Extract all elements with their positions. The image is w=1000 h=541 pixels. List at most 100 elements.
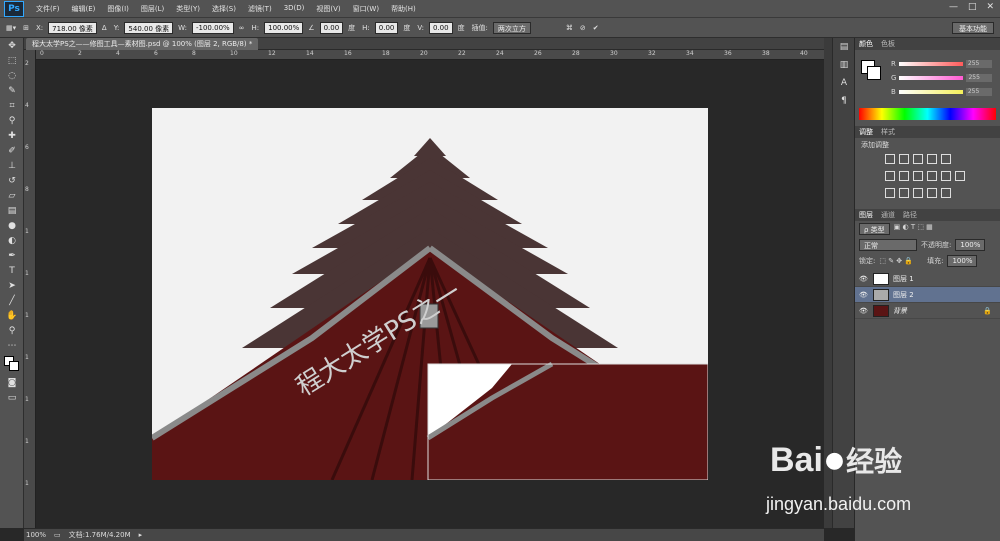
reference-point-icon[interactable]: ⊞ — [21, 24, 31, 32]
layer-row[interactable]: 👁 图层 2 — [855, 287, 1000, 303]
gradient-tool-icon[interactable]: ▤ — [0, 203, 24, 218]
quick-mask-icon[interactable]: ◙ — [0, 375, 24, 390]
tab-swatches[interactable]: 色板 — [881, 39, 895, 49]
curves-icon[interactable] — [913, 154, 923, 164]
vibrance-icon[interactable] — [941, 154, 951, 164]
dodge-tool-icon[interactable]: ◐ — [0, 233, 24, 248]
invert-icon[interactable] — [885, 188, 895, 198]
menu-item[interactable]: 窗口(W) — [347, 4, 385, 14]
tab-styles[interactable]: 样式 — [881, 127, 895, 137]
hue-saturation-icon[interactable] — [885, 171, 895, 181]
levels-icon[interactable] — [899, 154, 909, 164]
layer-row[interactable]: 👁 图层 1 — [855, 271, 1000, 287]
color-swatches-icon[interactable] — [0, 353, 24, 375]
tab-paths[interactable]: 路径 — [903, 210, 917, 220]
lasso-tool-icon[interactable]: ◌ — [0, 68, 24, 83]
menu-item[interactable]: 文件(F) — [30, 4, 66, 14]
color-slider[interactable] — [898, 90, 963, 94]
line-tool-icon[interactable]: ╱ — [0, 293, 24, 308]
visibility-eye-icon[interactable]: 👁 — [859, 307, 869, 315]
menu-item[interactable]: 类型(Y) — [170, 4, 206, 14]
visibility-eye-icon[interactable]: 👁 — [859, 275, 869, 283]
crop-tool-icon[interactable]: ⌗ — [0, 98, 24, 113]
menu-item[interactable]: 3D(D) — [278, 4, 311, 14]
tab-layers[interactable]: 图层 — [859, 210, 873, 220]
warp-icon[interactable]: ⌘ — [564, 24, 575, 32]
menu-item[interactable]: 选择(S) — [206, 4, 242, 14]
path-select-tool-icon[interactable]: ➤ — [0, 278, 24, 293]
brush-tool-icon[interactable]: ✐ — [0, 143, 24, 158]
exposure-icon[interactable] — [927, 154, 937, 164]
slider-value[interactable]: 255 — [966, 74, 993, 82]
menu-item[interactable]: 帮助(H) — [385, 4, 422, 14]
visibility-eye-icon[interactable]: 👁 — [859, 291, 869, 299]
healing-brush-tool-icon[interactable]: ✚ — [0, 128, 24, 143]
vskew-input[interactable]: 0.00 — [428, 21, 453, 34]
more-tools-icon[interactable]: ⋯ — [0, 338, 24, 353]
fill-input[interactable]: 100% — [947, 255, 978, 267]
w-input[interactable]: -100.00% — [192, 21, 234, 34]
character-panel-icon[interactable]: A — [833, 74, 855, 92]
slider-value[interactable]: 255 — [965, 60, 992, 68]
menu-item[interactable]: 编辑(E) — [66, 4, 102, 14]
color-slider[interactable] — [898, 62, 963, 66]
tab-color[interactable]: 颜色 — [859, 39, 873, 49]
properties-panel-icon[interactable]: ▥ — [833, 56, 855, 74]
color-balance-icon[interactable] — [899, 171, 909, 181]
minimize-button[interactable]: — — [949, 2, 958, 12]
history-brush-tool-icon[interactable]: ↺ — [0, 173, 24, 188]
type-tool-icon[interactable]: T — [0, 263, 24, 278]
background-color-swatch[interactable] — [867, 66, 881, 80]
maximize-button[interactable]: □ — [968, 2, 977, 12]
clone-stamp-tool-icon[interactable]: ⊥ — [0, 158, 24, 173]
tab-adjustments[interactable]: 调整 — [859, 127, 873, 137]
menu-item[interactable]: 视图(V) — [310, 4, 346, 14]
h-input[interactable]: 100.00% — [264, 21, 304, 34]
x-input[interactable]: 718.00 像素 — [48, 21, 97, 34]
close-button[interactable]: ✕ — [986, 2, 994, 12]
delta-icon[interactable]: Δ — [100, 24, 109, 32]
zoom-level[interactable]: 100% — [26, 531, 46, 539]
zoom-tool-icon[interactable]: ⚲ — [0, 323, 24, 338]
tab-channels[interactable]: 通道 — [881, 210, 895, 220]
blend-mode-select[interactable]: 正常 — [859, 239, 917, 251]
eraser-tool-icon[interactable]: ▱ — [0, 188, 24, 203]
menu-item[interactable]: 图像(I) — [101, 4, 135, 14]
threshold-icon[interactable] — [913, 188, 923, 198]
opacity-input[interactable]: 100% — [955, 239, 986, 251]
photo-filter-icon[interactable] — [927, 171, 937, 181]
slider-value[interactable]: 255 — [965, 88, 992, 96]
filter-icons[interactable]: ▣ ◐ T ⬚ ▦ — [894, 223, 933, 235]
cancel-transform-icon[interactable]: ⊘ — [578, 24, 588, 32]
brightness-icon[interactable] — [885, 154, 895, 164]
blur-tool-icon[interactable]: ● — [0, 218, 24, 233]
screen-mode-icon[interactable]: ▭ — [0, 390, 24, 405]
status-menu-arrow-icon[interactable]: ▸ — [139, 531, 143, 539]
eyedropper-tool-icon[interactable]: ⚲ — [0, 113, 24, 128]
color-lookup-icon[interactable] — [955, 171, 965, 181]
gradient-map-icon[interactable] — [927, 188, 937, 198]
paragraph-panel-icon[interactable]: ¶ — [833, 92, 855, 110]
layer-kind-select[interactable]: ρ 类型 — [859, 223, 890, 235]
menu-item[interactable]: 滤镜(T) — [242, 4, 278, 14]
color-slider[interactable] — [899, 76, 964, 80]
black-white-icon[interactable] — [913, 171, 923, 181]
pen-tool-icon[interactable]: ✒ — [0, 248, 24, 263]
y-input[interactable]: 540.00 像素 — [124, 21, 174, 34]
posterize-icon[interactable] — [899, 188, 909, 198]
tool-preset-icon[interactable]: ▦▾ — [4, 24, 18, 32]
move-tool-icon[interactable]: ✥ — [0, 38, 24, 53]
color-spectrum[interactable] — [859, 108, 996, 120]
hand-tool-icon[interactable]: ✋ — [0, 308, 24, 323]
document-tab[interactable]: 程大太学PS之——修图工具—素材图.psd @ 100% (图层 2, RGB/… — [26, 38, 259, 50]
status-icon[interactable]: ▭ — [54, 531, 61, 539]
workspace-select[interactable]: 基本功能 — [952, 22, 994, 34]
layer-row[interactable]: 👁 背景 🔒 — [855, 303, 1000, 319]
quick-select-tool-icon[interactable]: ✎ — [0, 83, 24, 98]
interpolation-select[interactable]: 两次立方 — [492, 21, 531, 34]
link-icon[interactable]: ∞ — [237, 24, 247, 32]
angle-input[interactable]: 0.00 — [319, 21, 344, 34]
lock-icons[interactable]: ⬚ ✎ ✥ 🔒 — [879, 257, 913, 265]
selective-color-icon[interactable] — [941, 188, 951, 198]
menu-item[interactable]: 图层(L) — [135, 4, 170, 14]
